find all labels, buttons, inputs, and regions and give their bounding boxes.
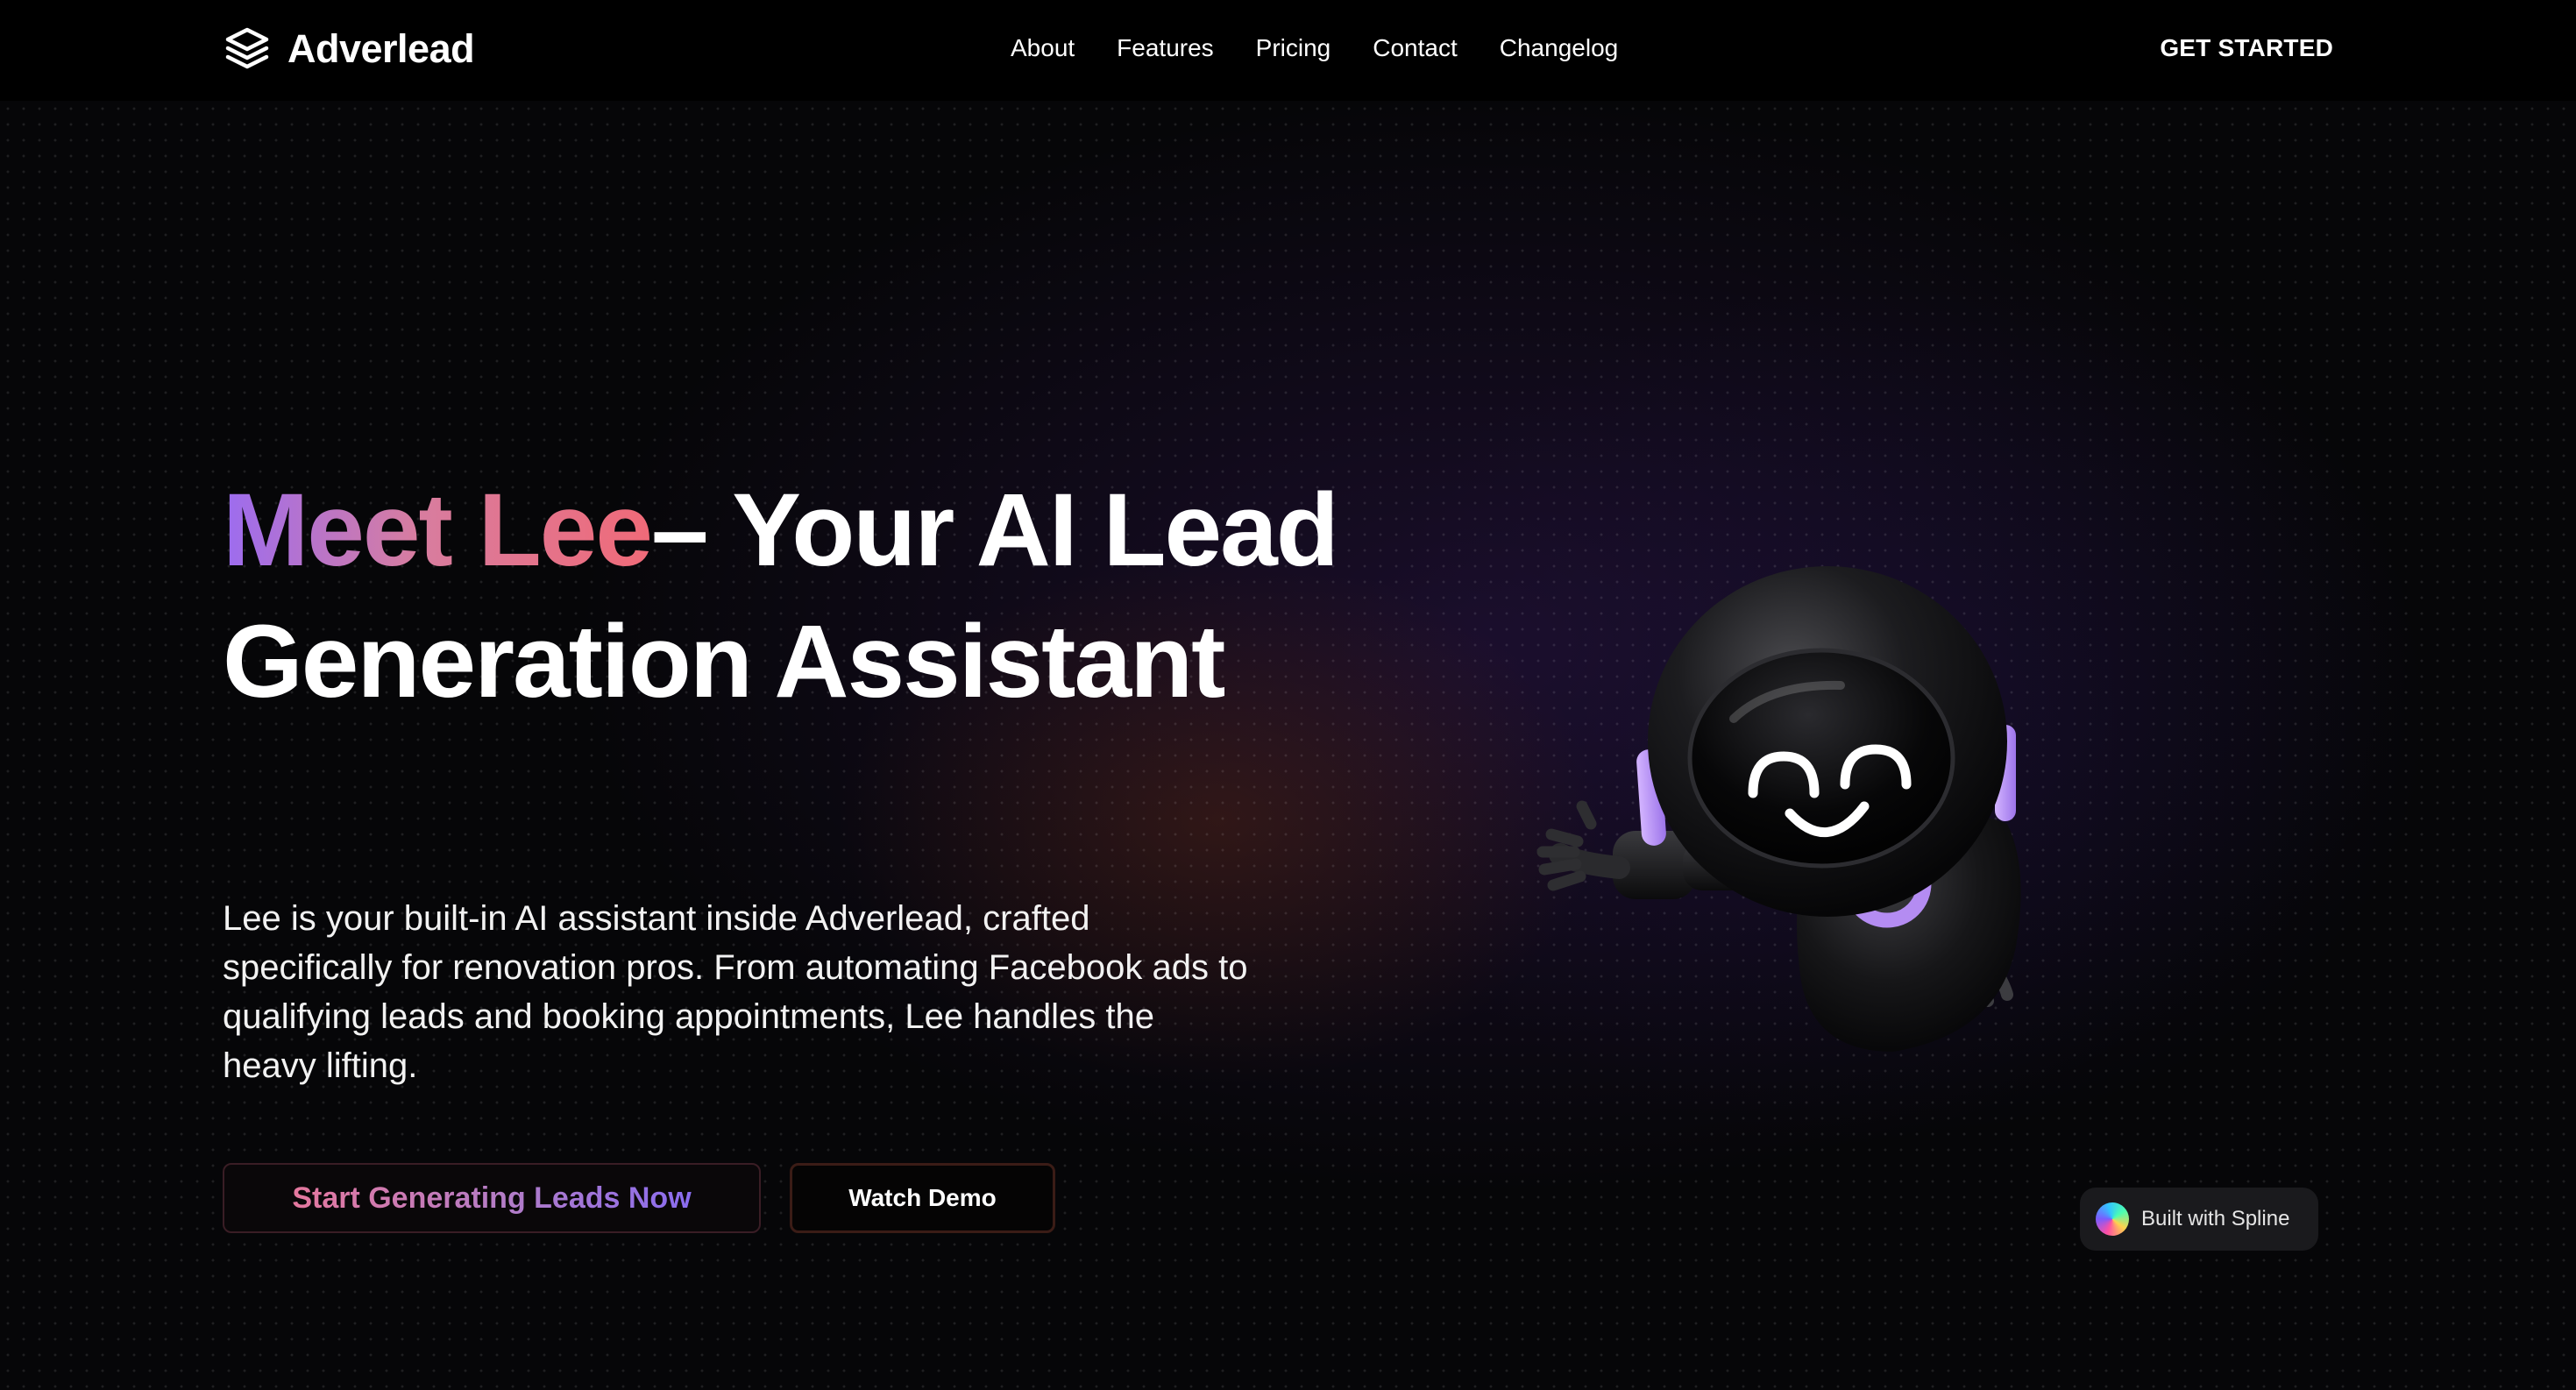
nav-link-features[interactable]: Features [1117,34,1214,62]
hero-title: Meet Lee– Your AI Lead Generation Assist… [223,465,1362,727]
hero-title-highlight: Meet Lee [223,472,653,588]
site-header: Adverlead About Features Pricing Contact… [0,0,2576,101]
nav-link-changelog[interactable]: Changelog [1500,34,1618,62]
main-nav: About Features Pricing Contact Changelog [1011,31,1618,66]
nav-link-about[interactable]: About [1011,34,1075,62]
start-generating-leads-label: Start Generating Leads Now [292,1181,692,1215]
spline-logo-icon [2096,1202,2129,1236]
layers-icon [223,25,272,74]
watch-demo-button[interactable]: Watch Demo [790,1163,1055,1233]
spline-badge-label: Built with Spline [2141,1207,2290,1230]
robot-illustration[interactable] [1402,456,2069,1087]
nav-link-pricing[interactable]: Pricing [1256,34,1331,62]
brand-logo[interactable]: Adverlead [223,25,475,74]
built-with-spline-badge[interactable]: Built with Spline [2080,1188,2318,1251]
nav-link-contact[interactable]: Contact [1373,34,1458,62]
landing-page: Adverlead About Features Pricing Contact… [0,0,2576,1390]
brand-name: Adverlead [287,26,475,71]
get-started-button[interactable]: GET STARTED [2160,31,2333,66]
hero-description: Lee is your built-in AI assistant inside… [223,899,1248,1085]
start-generating-leads-button[interactable]: Start Generating Leads Now [223,1163,761,1233]
